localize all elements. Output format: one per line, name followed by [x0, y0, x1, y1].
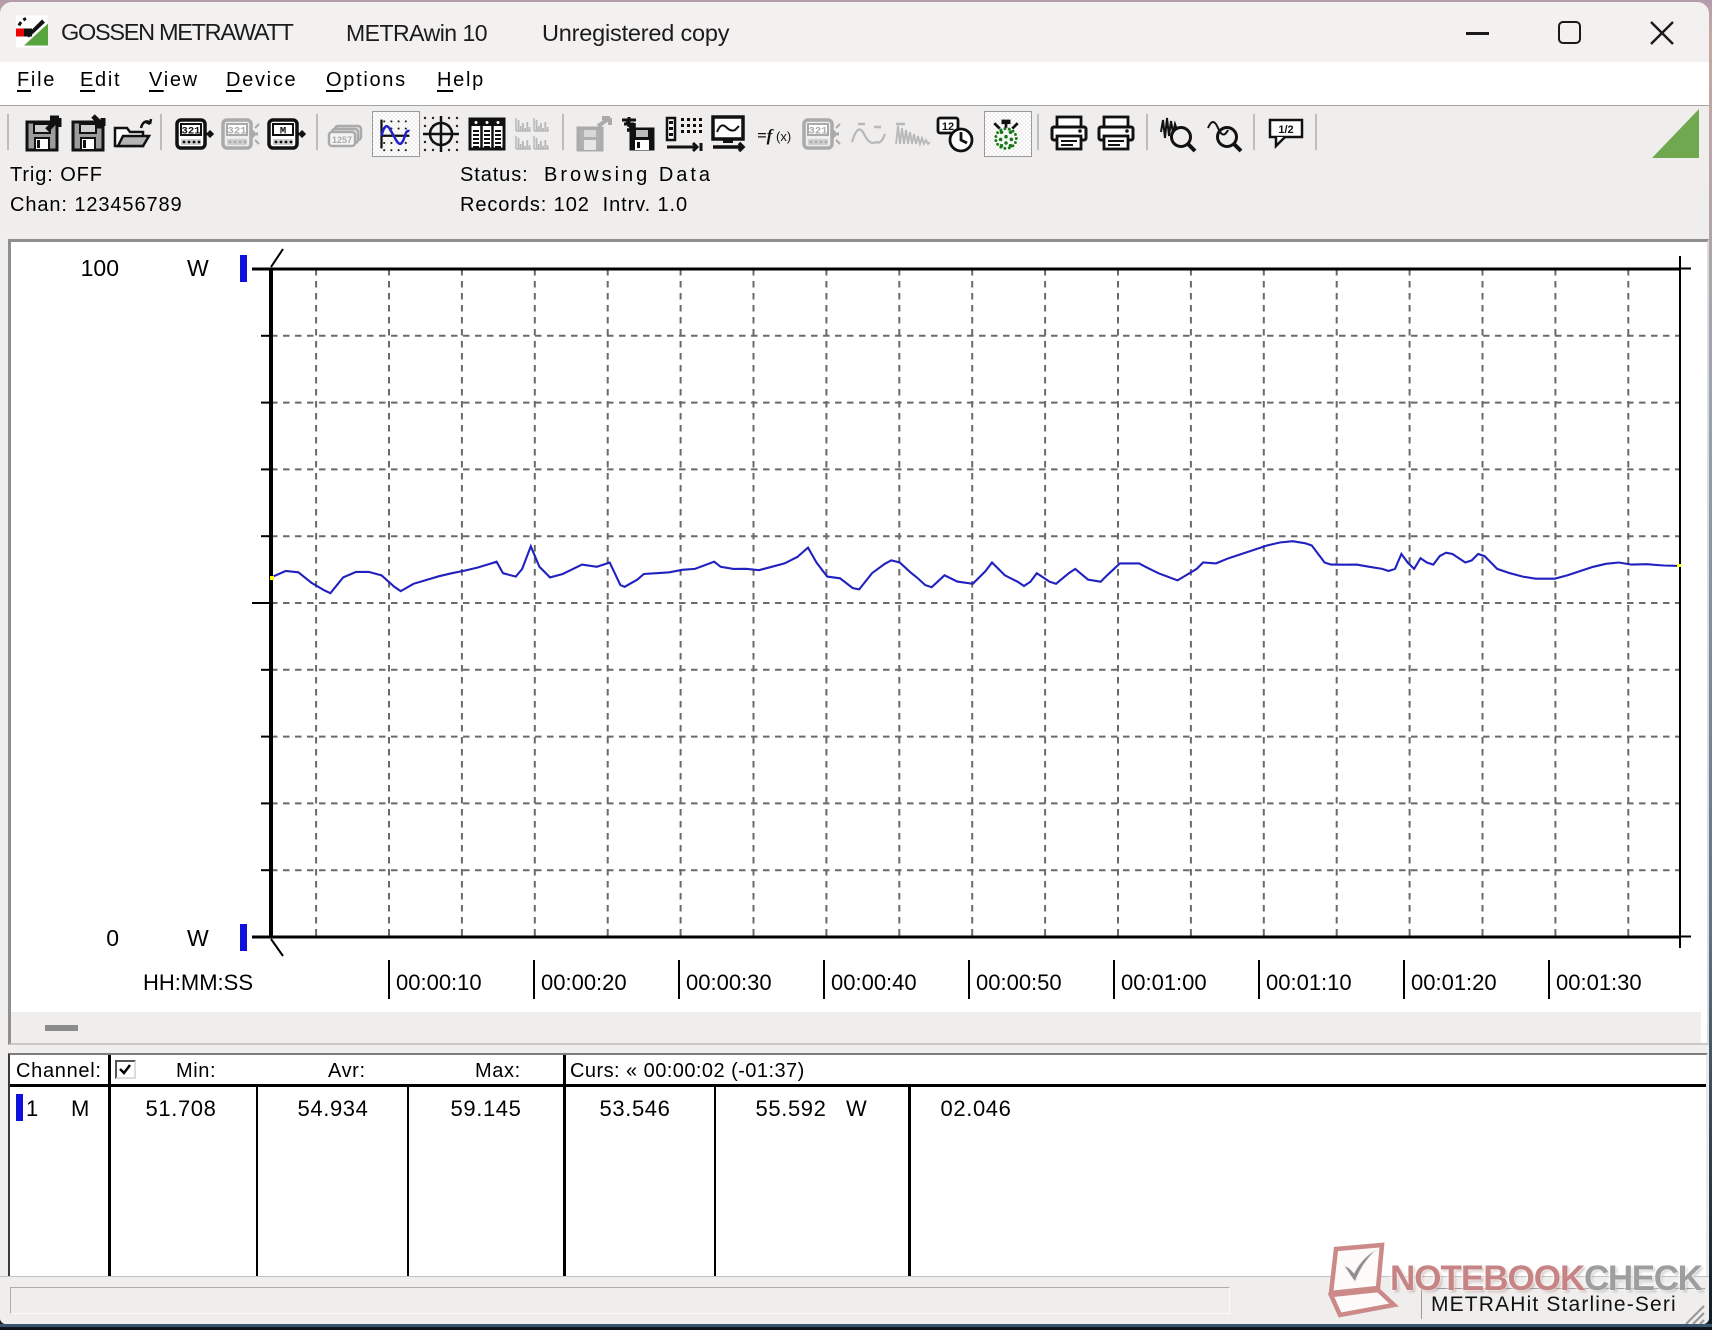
svg-text:(x): (x) — [776, 129, 791, 144]
svg-text:00:00:10: 00:00:10 — [396, 970, 482, 995]
svg-text:00:01:20: 00:01:20 — [1411, 970, 1497, 995]
svg-text:=f: =f — [757, 126, 775, 145]
svg-text:1257: 1257 — [332, 135, 352, 145]
svg-text:00:00:40: 00:00:40 — [831, 970, 917, 995]
svg-text:00:01:00: 00:01:00 — [1121, 970, 1207, 995]
svg-text:W: W — [187, 255, 209, 281]
svg-text:00:00:20: 00:00:20 — [541, 970, 627, 995]
svg-text:100: 100 — [81, 255, 119, 281]
svg-text:W: W — [187, 925, 209, 951]
svg-text:00:00:50: 00:00:50 — [976, 970, 1062, 995]
svg-text:00:00:30: 00:00:30 — [686, 970, 772, 995]
svg-text:0: 0 — [106, 925, 119, 951]
svg-text:00:01:30: 00:01:30 — [1556, 970, 1642, 995]
svg-text:M: M — [280, 126, 286, 138]
svg-text:321: 321 — [182, 126, 201, 138]
svg-text:321: 321 — [228, 126, 247, 138]
svg-text:1/2: 1/2 — [1278, 124, 1293, 136]
svg-text:HH:MM:SS: HH:MM:SS — [143, 970, 253, 995]
svg-text:00:01:10: 00:01:10 — [1266, 970, 1352, 995]
svg-text:321: 321 — [809, 126, 828, 138]
